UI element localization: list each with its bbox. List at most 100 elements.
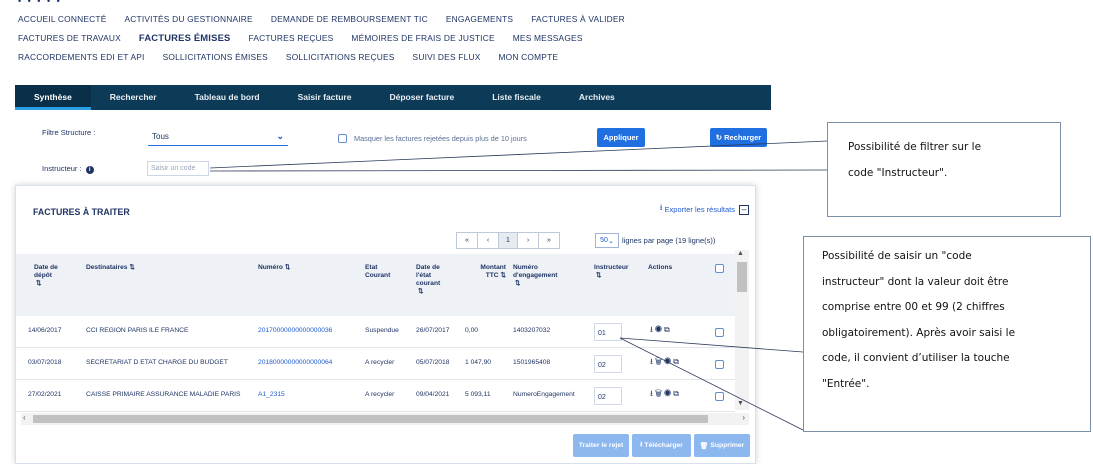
tab-archives[interactable]: Archives <box>560 85 634 110</box>
scroll-down-icon[interactable]: ▼ <box>737 400 744 407</box>
table-row[interactable]: 03/07/2018 SECRETARIAT D ETAT CHARGE DU … <box>16 348 735 380</box>
nav-sollicitations-emises[interactable]: Sollicitations émises <box>163 52 268 62</box>
download-icon: ⭳ <box>640 441 643 448</box>
nav-memoires-frais-justice[interactable]: Mémoires de frais de justice <box>351 33 494 43</box>
factures-a-traiter-panel: Factures à traiter ⭳ Exporter les résult… <box>15 185 756 464</box>
nav-activites-gestionnaire[interactable]: Activités du gestionnaire <box>125 14 253 24</box>
horizontal-scroll-thumb[interactable] <box>33 415 708 423</box>
scroll-up-icon[interactable]: ▲ <box>737 250 744 257</box>
vertical-scroll-thumb[interactable] <box>737 262 747 292</box>
tab-tableau-de-bord[interactable]: Tableau de bord <box>176 85 279 110</box>
instructeur-input[interactable]: 01 <box>594 323 622 341</box>
cell-montant: 5 093,11 <box>465 391 491 398</box>
view-icon[interactable]: ◉ <box>664 389 673 398</box>
sort-icon[interactable]: ⇅ <box>501 272 506 279</box>
header-select-all[interactable] <box>715 264 724 276</box>
instructeur-input[interactable]: 02 <box>594 355 622 373</box>
nav-suivi-flux[interactable]: Suivi des flux <box>413 52 481 62</box>
current-page[interactable]: 1 <box>498 232 518 249</box>
row-select[interactable] <box>715 360 724 371</box>
mask-rejected-option[interactable]: Masquer les factures rejetées depuis plu… <box>338 134 527 143</box>
copy-icon[interactable]: ⧉ <box>673 357 681 366</box>
nav-factures-emises[interactable]: Factures émises <box>139 32 231 43</box>
info-icon[interactable]: i <box>85 166 94 174</box>
callout-input-line-5: code, il convient d’utiliser la touche <box>822 352 1010 364</box>
row-checkbox[interactable] <box>715 328 724 337</box>
cell-etat: Suspendue <box>365 327 399 334</box>
last-page-button[interactable]: » <box>538 232 560 249</box>
view-icon[interactable]: ◉ <box>664 357 673 366</box>
nav-mon-compte[interactable]: Mon compte <box>499 52 559 62</box>
sort-icon[interactable]: ⇅ <box>36 280 41 287</box>
tab-bar: Synthèse Rechercher Tableau de bord Sais… <box>15 85 771 110</box>
vertical-scrollbar[interactable]: ▲ ▼ <box>735 250 749 410</box>
chevron-down-icon: ⌄ <box>276 131 284 141</box>
prev-page-button[interactable]: ‹ <box>477 232 499 249</box>
rows-per-page-select[interactable]: 50 ⌄ <box>595 233 619 248</box>
row-select[interactable] <box>715 328 724 339</box>
copy-icon[interactable]: ⧉ <box>664 325 672 334</box>
cell-numero[interactable]: 20180000000000000064 <box>258 359 332 366</box>
table-row[interactable]: 14/06/2017 CCI REGION PARIS ILE FRANCE 2… <box>16 316 735 348</box>
trash-icon[interactable]: 🗑 <box>655 389 664 398</box>
sort-icon[interactable]: ⇅ <box>418 288 423 295</box>
nav-mes-messages[interactable]: Mes messages <box>513 33 583 43</box>
header-date-etat[interactable]: Date de l'état courant ⇅ <box>416 264 454 296</box>
horizontal-scrollbar[interactable]: ‹ › <box>21 413 749 425</box>
view-icon[interactable]: ◉ <box>655 325 664 334</box>
trash-icon[interactable]: 🗑 <box>655 357 664 366</box>
table-row[interactable]: 27/02/2021 CAISSE PRIMAIRE ASSURANCE MAL… <box>16 380 735 412</box>
sort-icon[interactable]: ⇅ <box>515 280 520 287</box>
cell-numero[interactable]: 20170000000000000036 <box>258 327 332 334</box>
select-all-checkbox[interactable] <box>715 264 724 273</box>
apply-button[interactable]: Appliquer <box>597 128 645 147</box>
scroll-right-icon[interactable]: › <box>742 413 745 422</box>
nav-accueil-connecte[interactable]: Accueil connecté <box>18 14 107 24</box>
header-instructeur[interactable]: Instructeur ⇅ <box>594 264 642 280</box>
header-montant[interactable]: Montant TTC ⇅ <box>464 264 506 280</box>
nav-factures-recues[interactable]: Factures reçues <box>248 33 333 43</box>
callout-input-line-4: obligatoirement). Après avoir saisi le <box>822 326 1016 339</box>
nav-factures-travaux[interactable]: Factures de travaux <box>18 33 121 43</box>
header-date-depot[interactable]: Date de dépôt ⇅ <box>34 264 72 288</box>
row-select[interactable] <box>715 392 724 403</box>
next-page-button[interactable]: › <box>517 232 539 249</box>
tab-synthese[interactable]: Synthèse <box>15 85 91 110</box>
tab-rechercher[interactable]: Rechercher <box>91 85 176 110</box>
scroll-left-icon[interactable]: ‹ <box>23 413 26 422</box>
collapse-panel-icon[interactable]: – <box>739 205 749 215</box>
header-numero[interactable]: Numéro ⇅ <box>258 264 290 272</box>
sort-icon[interactable]: ⇅ <box>596 272 601 279</box>
nav-factures-a-valider[interactable]: Factures à valider <box>531 14 625 24</box>
nav-engagements[interactable]: Engagements <box>446 14 513 24</box>
export-results-link[interactable]: ⭳ Exporter les résultats <box>660 202 735 216</box>
row-checkbox[interactable] <box>715 392 724 401</box>
telecharger-button[interactable]: ⭳ Télécharger <box>632 434 691 457</box>
mask-rejected-checkbox[interactable] <box>338 134 347 143</box>
first-page-button[interactable]: « <box>456 232 478 249</box>
nav-sollicitations-recues[interactable]: Sollicitations reçues <box>286 52 395 62</box>
instructeur-input[interactable]: 02 <box>594 387 622 405</box>
sort-icon[interactable]: ⇅ <box>129 264 134 271</box>
traiter-rejet-button[interactable]: Traiter le rejet <box>573 434 629 457</box>
header-destinataires[interactable]: Destinataires ⇅ <box>86 264 135 272</box>
header-engagement[interactable]: Numéro d'engagement ⇅ <box>513 264 575 288</box>
instructeur-code-input[interactable]: Saisir un code <box>147 161 209 176</box>
cell-engagement: 1501965408 <box>513 359 551 366</box>
supprimer-button[interactable]: 🗑 Supprimer <box>694 434 750 457</box>
row-checkbox[interactable] <box>715 360 724 369</box>
reload-button[interactable]: ↻ Recharger <box>710 128 767 147</box>
callout-input-line-1: Possibilité de saisir un "code <box>822 250 972 262</box>
cell-engagement: 1403207032 <box>513 327 551 334</box>
trash-icon: 🗑 <box>699 442 709 450</box>
tab-saisir-facture[interactable]: Saisir facture <box>279 85 371 110</box>
nav-demande-remboursement-tic[interactable]: Demande de remboursement TIC <box>271 14 428 24</box>
structure-filter-select[interactable]: Tous ⌄ <box>148 128 288 146</box>
nav-raccordements-edi-api[interactable]: Raccordements EDI et API <box>18 52 145 62</box>
tab-deposer-facture[interactable]: Déposer facture <box>370 85 473 110</box>
callout-filter-line-1: Possibilité de filtrer sur le <box>848 141 982 153</box>
sort-icon[interactable]: ⇅ <box>285 264 290 271</box>
tab-liste-fiscale[interactable]: Liste fiscale <box>473 85 560 110</box>
cell-numero[interactable]: A1_2315 <box>258 391 285 398</box>
copy-icon[interactable]: ⧉ <box>673 389 681 398</box>
